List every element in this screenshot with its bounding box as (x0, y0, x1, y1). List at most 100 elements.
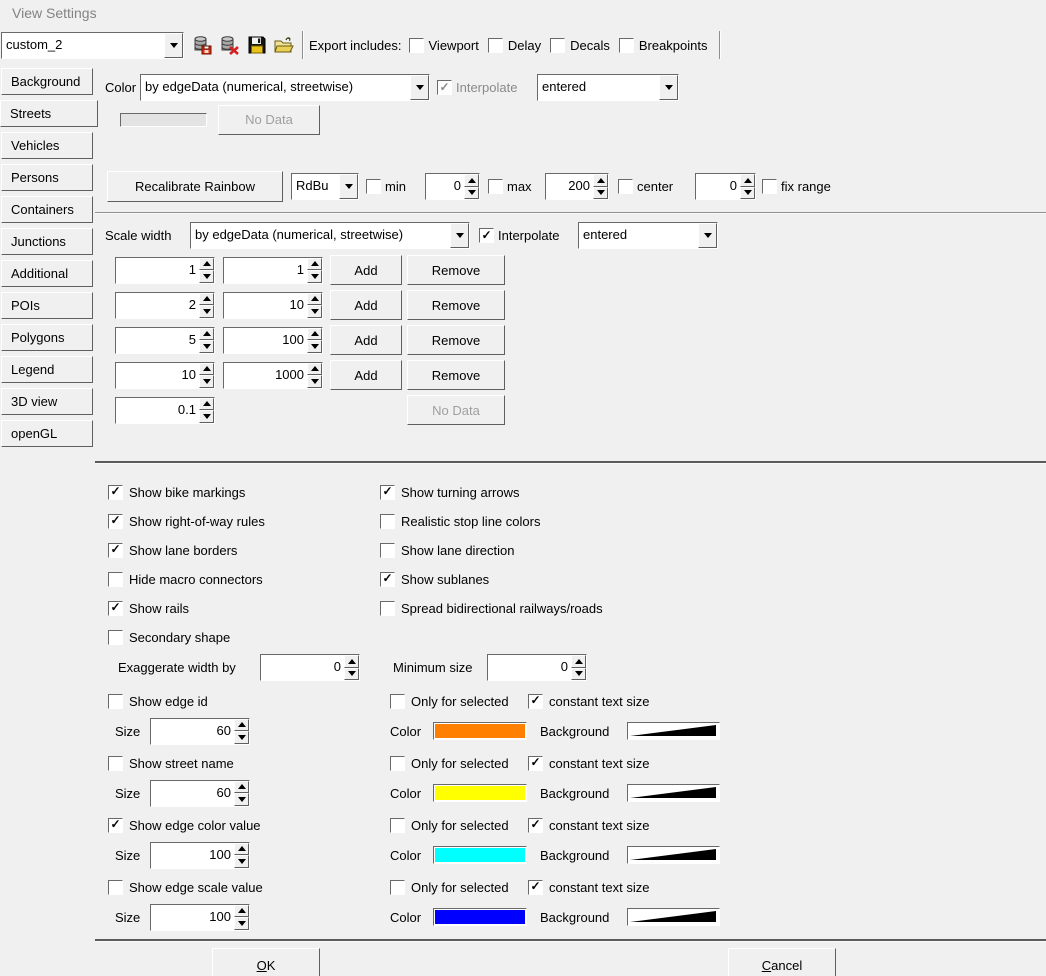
spin-up-button[interactable] (199, 328, 214, 341)
spin-down-button[interactable] (199, 340, 214, 353)
spin-down-button[interactable] (307, 340, 322, 353)
edge-id-background-well[interactable] (627, 722, 720, 740)
only-for-selected-checkbox[interactable] (390, 880, 405, 895)
delete-color-scheme-icon[interactable] (217, 33, 242, 58)
minimum-size-spinner[interactable]: 0 (487, 654, 587, 681)
edge-color-value-size-spinner[interactable]: 100 (150, 842, 250, 869)
spin-down-button[interactable] (464, 187, 479, 200)
spin-down-button[interactable] (234, 731, 249, 744)
threshold-spinner[interactable]: 2 (115, 292, 215, 319)
chevron-down-icon[interactable] (698, 223, 717, 248)
secondary-shape-checkbox[interactable] (108, 630, 123, 645)
tab-junctions[interactable]: Junctions (1, 228, 93, 255)
spin-up-button[interactable] (344, 655, 359, 668)
chevron-down-icon[interactable] (410, 75, 429, 100)
remove-button[interactable]: Remove (407, 325, 505, 355)
spin-up-button[interactable] (199, 293, 214, 306)
spin-up-button[interactable] (234, 781, 249, 794)
spin-up-button[interactable] (464, 174, 479, 187)
threshold-spinner[interactable]: 10 (115, 362, 215, 389)
only-for-selected-checkbox[interactable] (390, 756, 405, 771)
scale-interpolate-checkbox[interactable] (479, 228, 494, 243)
tab-pois[interactable]: POIs (1, 292, 93, 319)
max-checkbox[interactable] (488, 179, 503, 194)
edge-color-value-color-well[interactable] (433, 846, 527, 864)
remove-button[interactable]: Remove (407, 360, 505, 390)
realistic-stop-line-colors-checkbox[interactable] (380, 514, 395, 529)
spin-down-button[interactable] (199, 305, 214, 318)
breakpoints-checkbox[interactable] (619, 38, 634, 53)
tab-additional[interactable]: Additional (1, 260, 93, 287)
spin-down-button[interactable] (593, 187, 608, 200)
add-button[interactable]: Add (330, 255, 402, 285)
fix-range-checkbox[interactable] (762, 179, 777, 194)
edge-scale-value-background-well[interactable] (627, 908, 720, 926)
show-right-of-way-rules-checkbox[interactable] (108, 514, 123, 529)
spin-down-button[interactable] (199, 410, 214, 423)
show-edge-color-value-checkbox[interactable] (108, 818, 123, 833)
spin-down-button[interactable] (234, 793, 249, 806)
show-bike-markings-checkbox[interactable] (108, 485, 123, 500)
save-to-file-icon[interactable] (244, 33, 269, 58)
palette-select[interactable]: RdBu (291, 173, 359, 200)
spin-down-button[interactable] (307, 270, 322, 283)
remove-button[interactable]: Remove (407, 255, 505, 285)
show-street-name-checkbox[interactable] (108, 756, 123, 771)
delay-checkbox[interactable] (488, 38, 503, 53)
spin-down-button[interactable] (199, 375, 214, 388)
decals-checkbox[interactable] (550, 38, 565, 53)
edge-id-color-well[interactable] (433, 722, 527, 740)
center-spinner[interactable]: 0 (695, 173, 756, 200)
show-sublanes-checkbox[interactable] (380, 572, 395, 587)
scheme-select[interactable]: custom_2 (1, 32, 184, 59)
tab-3d-view[interactable]: 3D view (1, 388, 93, 415)
spin-down-button[interactable] (571, 668, 586, 681)
constant-text-size-checkbox[interactable] (528, 880, 543, 895)
tab-polygons[interactable]: Polygons (1, 324, 93, 351)
add-button[interactable]: Add (330, 290, 402, 320)
min-spinner[interactable]: 0 (425, 173, 480, 200)
scale-scheme-select[interactable]: by edgeData (numerical, streetwise) (190, 222, 470, 249)
add-button[interactable]: Add (330, 325, 402, 355)
tab-background[interactable]: Background (1, 68, 93, 95)
max-spinner[interactable]: 200 (545, 173, 609, 200)
show-edge-scale-value-checkbox[interactable] (108, 880, 123, 895)
street-name-size-spinner[interactable]: 60 (150, 780, 250, 807)
show-turning-arrows-checkbox[interactable] (380, 485, 395, 500)
edge-scale-value-size-spinner[interactable]: 100 (150, 904, 250, 931)
cancel-button[interactable]: Cancel (728, 948, 836, 976)
load-from-file-icon[interactable] (271, 33, 296, 58)
street-name-background-well[interactable] (627, 784, 720, 802)
spin-up-button[interactable] (234, 905, 249, 918)
save-color-scheme-icon[interactable] (190, 33, 215, 58)
chevron-down-icon[interactable] (164, 33, 183, 58)
min-checkbox[interactable] (366, 179, 381, 194)
add-button[interactable]: Add (330, 360, 402, 390)
tab-containers[interactable]: Containers (1, 196, 93, 223)
chevron-down-icon[interactable] (450, 223, 469, 248)
tab-streets[interactable]: Streets (0, 100, 98, 127)
spin-up-button[interactable] (199, 363, 214, 376)
scale-mode-select[interactable]: entered (578, 222, 718, 249)
threshold-spinner[interactable]: 0.1 (115, 397, 215, 424)
spin-up-button[interactable] (307, 258, 322, 271)
spin-down-button[interactable] (234, 917, 249, 930)
ok-button[interactable]: OK (212, 948, 320, 976)
tab-vehicles[interactable]: Vehicles (1, 132, 93, 159)
tab-opengl[interactable]: openGL (1, 420, 93, 447)
width-spinner[interactable]: 10 (223, 292, 323, 319)
remove-button[interactable]: Remove (407, 290, 505, 320)
spin-down-button[interactable] (344, 668, 359, 681)
tab-persons[interactable]: Persons (1, 164, 93, 191)
spin-down-button[interactable] (740, 187, 755, 200)
spin-up-button[interactable] (234, 843, 249, 856)
spin-down-button[interactable] (199, 270, 214, 283)
spread-bidirectional-checkbox[interactable] (380, 601, 395, 616)
exaggerate-width-spinner[interactable]: 0 (260, 654, 360, 681)
constant-text-size-checkbox[interactable] (528, 756, 543, 771)
spin-up-button[interactable] (199, 398, 214, 411)
show-lane-direction-checkbox[interactable] (380, 543, 395, 558)
color-scheme-select[interactable]: by edgeData (numerical, streetwise) (140, 74, 430, 101)
spin-down-button[interactable] (307, 305, 322, 318)
center-checkbox[interactable] (618, 179, 633, 194)
